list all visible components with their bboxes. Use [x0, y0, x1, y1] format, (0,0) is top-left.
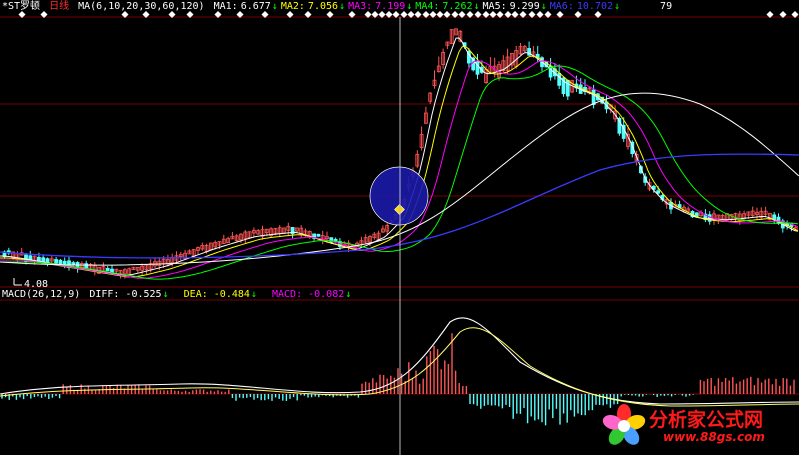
dea-label: DEA: [183, 289, 208, 300]
ma2-value: 7.056 [307, 1, 339, 12]
ma1-label: MA1: [213, 1, 238, 12]
macd-params[interactable]: MACD(26,12,9) [2, 289, 80, 300]
down-arrow-icon: ↓ [271, 1, 278, 12]
ma6-value: 10.702 [576, 1, 613, 12]
diff-value: -0.525 [125, 289, 162, 300]
date-fragment: 79 [660, 1, 673, 12]
watermark-title: 分析家公式网 [649, 409, 764, 431]
ma-header: *ST罗顿 日线 MA(6,10,20,30,60,120) MA1: 6.677… [2, 0, 675, 14]
ma1-value: 6.677 [240, 1, 271, 12]
ma3-value: 7.199 [375, 1, 406, 12]
highlight-circle [369, 166, 429, 226]
diff-label: DIFF: [89, 289, 120, 300]
flower-logo-icon [602, 404, 646, 445]
down-arrow-icon: ↓ [406, 1, 413, 12]
stock-name[interactable]: *ST罗顿 [2, 1, 40, 12]
down-arrow-icon: ↓ [473, 1, 480, 12]
ma5-value: 9.299 [509, 1, 540, 12]
ma4-label: MA4: [415, 1, 440, 12]
ma-values: MA1: 6.677↓ MA2: 7.056↓ MA3: 7.199↓ MA4: 7.262↓… [214, 1, 623, 12]
down-arrow-icon: ↓ [250, 289, 257, 300]
down-arrow-icon: ↓ [162, 289, 169, 300]
period-label[interactable]: 日线 [49, 1, 69, 12]
down-arrow-icon: ↓ [345, 289, 352, 300]
ma6-label: MA6: [549, 1, 574, 12]
watermark-url: www.88gs.com [663, 430, 765, 444]
macd-label: MACD: [271, 289, 303, 300]
stock-chart[interactable]: 4.08 [0, 0, 799, 455]
macd-value: -0.082 [308, 289, 345, 300]
macd-header: MACD(26,12,9) DIFF: -0.525↓, DEA: -0.484… [2, 289, 352, 300]
down-arrow-icon: ↓ [540, 1, 547, 12]
ma3-label: MA3: [348, 1, 373, 12]
ma-params[interactable]: MA(6,10,20,30,60,120) [78, 1, 204, 12]
ma4-value: 7.262 [442, 1, 473, 12]
dea-value: -0.484 [213, 289, 250, 300]
down-arrow-icon: ↓ [613, 1, 621, 12]
down-arrow-icon: ↓ [339, 1, 346, 12]
ma2-label: MA2: [280, 1, 305, 12]
ma5-label: MA5: [482, 1, 507, 12]
watermark: 分析家公式网 www.88gs.com [601, 403, 793, 449]
